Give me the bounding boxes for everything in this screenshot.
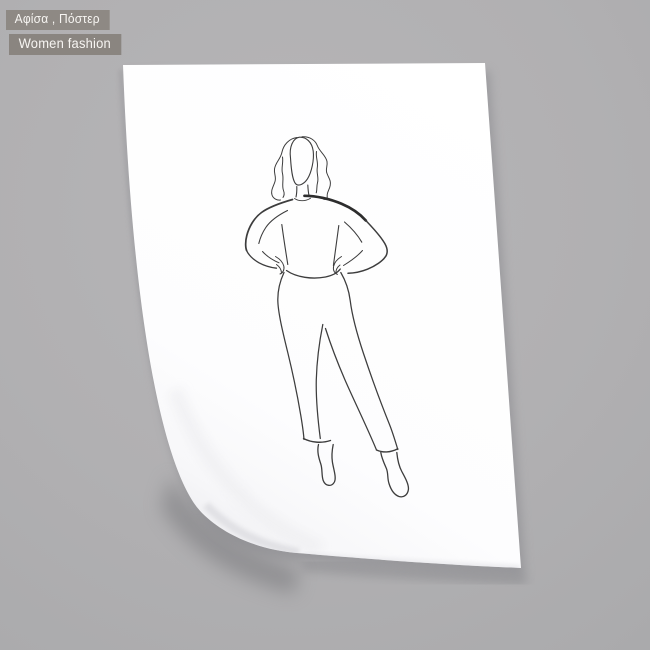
category-tag-greek: Αφίσα , Πόστερ: [6, 10, 110, 30]
category-tag-women-fashion-label: Women fashion: [18, 36, 111, 51]
category-tag-greek-label: Αφίσα , Πόστερ: [14, 12, 100, 26]
poster-mockup-scene: Αφίσα , Πόστερ Women fashion: [0, 0, 650, 650]
poster-paper-graphic: [119, 63, 527, 594]
category-tag-women-fashion: Women fashion: [9, 34, 122, 55]
paper-sheet: [123, 63, 521, 568]
